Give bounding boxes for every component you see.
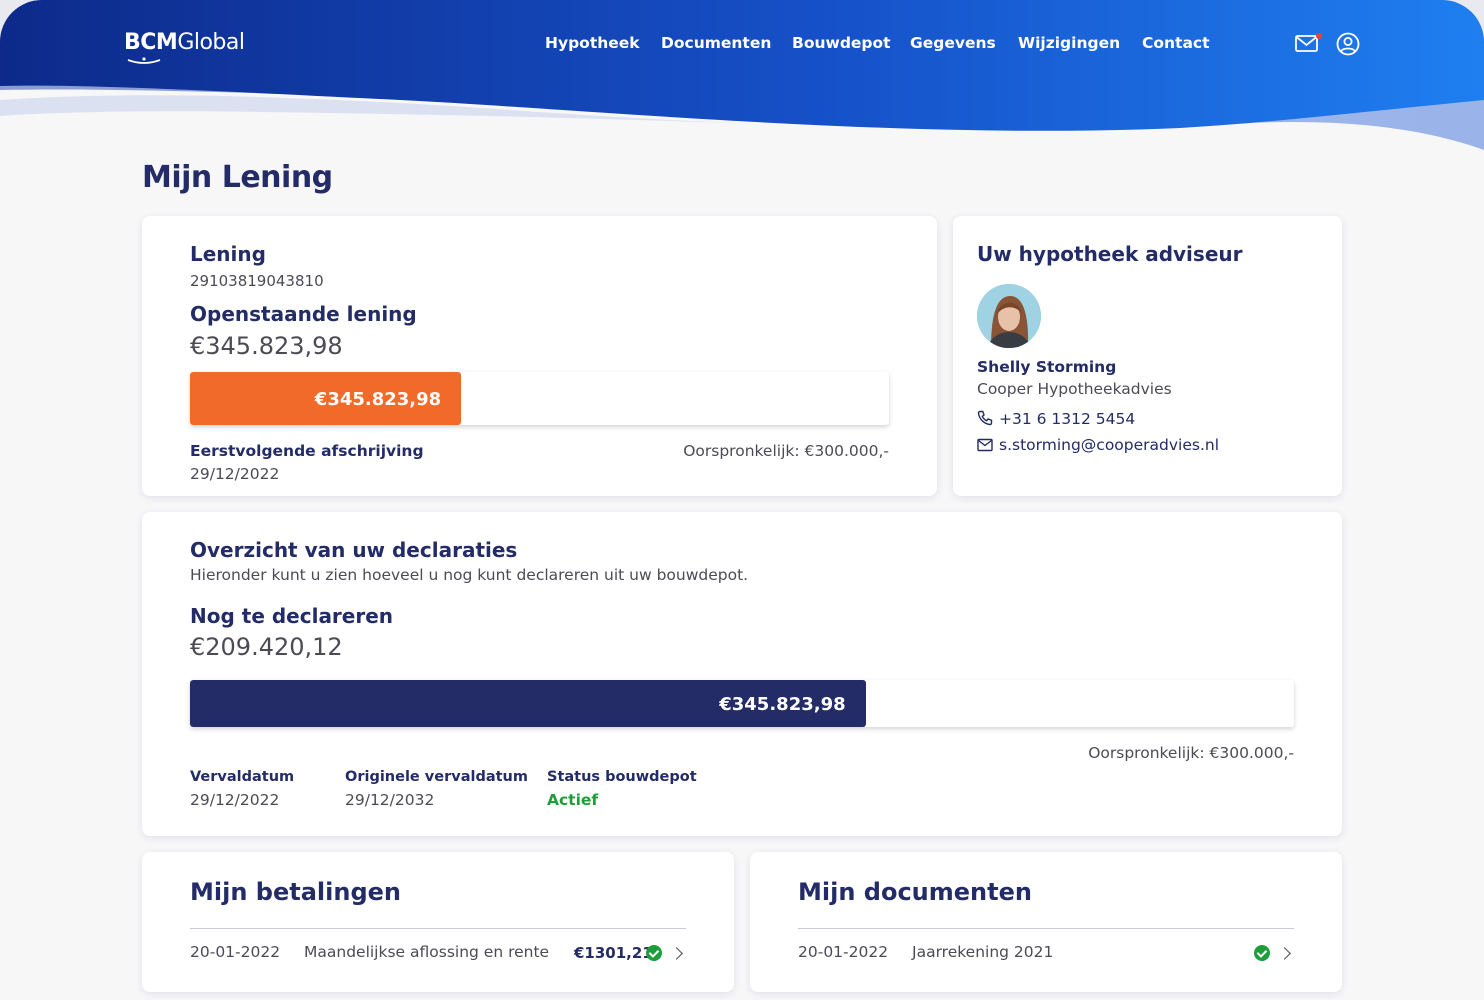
next-debit-date: 29/12/2022: [190, 465, 280, 483]
depot-original: Oorspronkelijk: €300.000,-: [1088, 744, 1294, 762]
app-frame: BCMGlobal Hypotheek Documenten Bouwdepot…: [0, 0, 1484, 1000]
advisor-name: Shelly Storming: [977, 358, 1117, 376]
logo[interactable]: BCMGlobal: [124, 30, 245, 64]
payments-title: Mijn betalingen: [190, 878, 401, 906]
loan-title: Lening: [190, 242, 266, 266]
advisor-email[interactable]: s.storming@cooperadvies.nl: [999, 436, 1219, 454]
remaining-label: Nog te declareren: [190, 604, 394, 628]
loan-progress-fill: €345.823,98: [190, 372, 462, 425]
chevron-right-icon: [1278, 947, 1291, 960]
remaining-value: €209.420,12: [190, 633, 343, 661]
nav-bouwdepot[interactable]: Bouwdepot: [792, 34, 891, 52]
email-icon: [977, 438, 993, 452]
logo-bold: BCM: [124, 30, 178, 55]
advisor-card: Uw hypotheek adviseur Shelly Storming Co…: [953, 216, 1342, 496]
documents-divider: [798, 928, 1294, 929]
depot-progress-fill: €345.823,98: [190, 680, 866, 727]
advisor-title: Uw hypotheek adviseur: [977, 242, 1243, 266]
document-row[interactable]: 20-01-2022 Jaarrekening 2021: [750, 940, 1342, 970]
advisor-phone[interactable]: +31 6 1312 5454: [999, 410, 1135, 428]
user-icon: [1336, 32, 1360, 56]
declarations-title: Overzicht van uw declaraties: [190, 538, 518, 562]
header-background: [0, 0, 1484, 150]
orig-due-value: 29/12/2032: [345, 791, 435, 809]
declarations-subtitle: Hieronder kunt u zien hoeveel u nog kunt…: [190, 566, 749, 584]
paid-check-icon: [646, 945, 662, 961]
status-label: Status bouwdepot: [547, 769, 697, 785]
loan-card: Lening 29103819043810 Openstaande lening…: [142, 216, 937, 496]
payment-date: 20-01-2022: [190, 943, 281, 961]
phone-icon: [977, 410, 993, 426]
nav-gegevens[interactable]: Gegevens: [910, 34, 996, 52]
payments-card: Mijn betalingen 20-01-2022 Maandelijkse …: [142, 852, 734, 992]
depot-progress-bar: €345.823,98: [190, 680, 1294, 727]
advisor-company: Cooper Hypotheekadvies: [977, 380, 1172, 398]
nav-hypotheek[interactable]: Hypotheek: [545, 34, 640, 52]
payment-amount: €1301,21: [574, 944, 653, 962]
logo-smile-icon: [127, 57, 161, 64]
notification-dot: [1316, 33, 1322, 39]
loan-progress-bar: €345.823,98: [190, 372, 889, 425]
payment-row[interactable]: 20-01-2022 Maandelijkse aflossing en ren…: [142, 940, 734, 970]
loan-number: 29103819043810: [190, 272, 324, 290]
document-name: Jaarrekening 2021: [912, 943, 1054, 961]
declarations-card: Overzicht van uw declaraties Hieronder k…: [142, 512, 1342, 836]
page-title: Mijn Lening: [142, 160, 333, 195]
header: BCMGlobal Hypotheek Documenten Bouwdepot…: [0, 0, 1484, 160]
nav-contact[interactable]: Contact: [1142, 34, 1210, 52]
due-label: Vervaldatum: [190, 769, 295, 785]
documents-title: Mijn documenten: [798, 878, 1032, 906]
advisor-avatar: [977, 284, 1041, 348]
next-debit-label: Eerstvolgende afschrijving: [190, 442, 424, 460]
payment-description: Maandelijkse aflossing en rente: [304, 943, 550, 961]
loan-original: Oorspronkelijk: €300.000,-: [683, 442, 889, 460]
advisor-photo: [977, 284, 1041, 348]
documents-card: Mijn documenten 20-01-2022 Jaarrekening …: [750, 852, 1342, 992]
chevron-right-icon: [670, 947, 683, 960]
available-check-icon: [1254, 945, 1270, 961]
due-value: 29/12/2022: [190, 791, 280, 809]
status-value: Actief: [547, 791, 599, 809]
logo-light: Global: [177, 30, 245, 55]
outstanding-label: Openstaande lening: [190, 302, 417, 326]
loan-progress-label: €345.823,98: [314, 389, 442, 410]
depot-progress-label: €345.823,98: [719, 694, 846, 715]
orig-due-label: Originele vervaldatum: [345, 769, 528, 785]
document-date: 20-01-2022: [798, 943, 889, 961]
nav-documenten[interactable]: Documenten: [661, 34, 771, 52]
nav-wijzigingen[interactable]: Wijzigingen: [1018, 34, 1120, 52]
payments-divider: [190, 928, 686, 929]
outstanding-value: €345.823,98: [190, 332, 343, 360]
